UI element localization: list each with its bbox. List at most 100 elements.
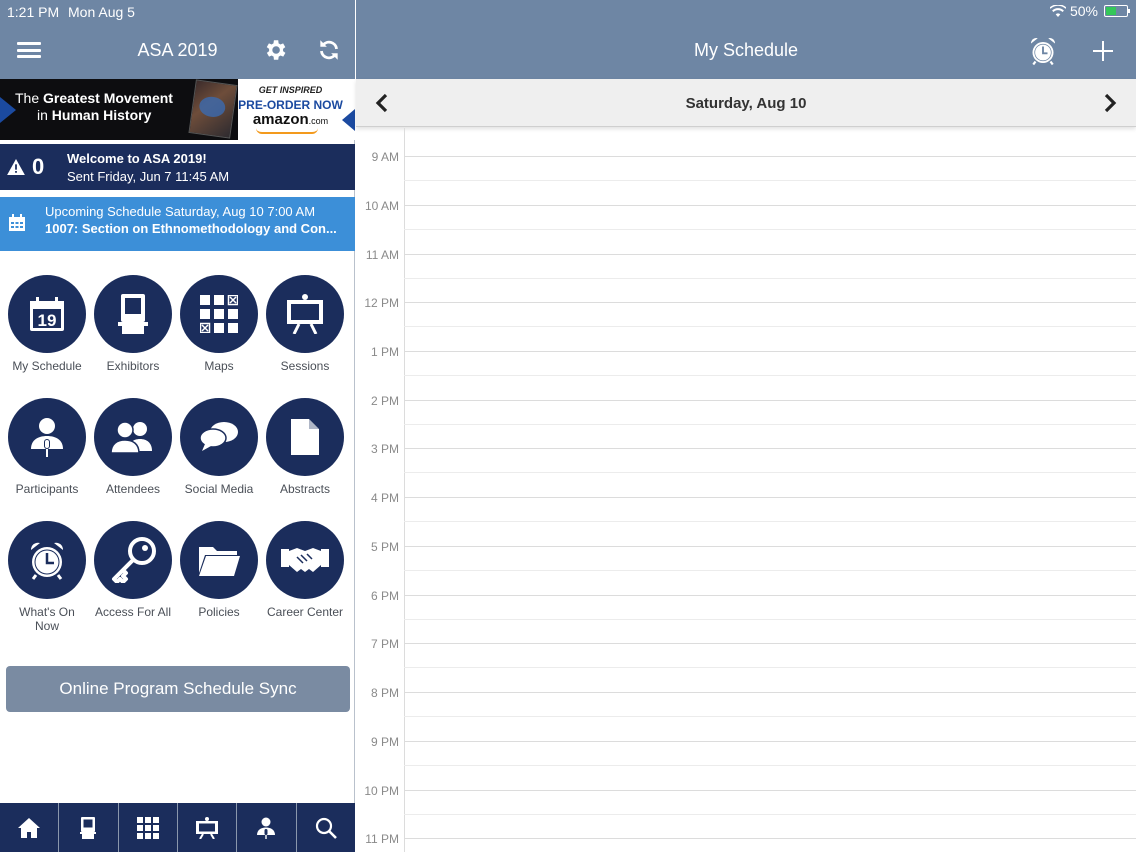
hour-row: 11 PM — [356, 832, 1136, 852]
tile-label: Policies — [198, 605, 240, 619]
banner-arrow-left — [0, 97, 16, 123]
hour-label: 5 PM — [370, 540, 399, 554]
alert-title: Welcome to ASA 2019! — [67, 151, 207, 166]
current-date: Saturday, Aug 10 — [685, 95, 807, 112]
tile-sessions[interactable]: Sessions — [262, 275, 348, 373]
battery-icon — [1104, 5, 1130, 17]
tile-my-schedule[interactable]: 19 My Schedule — [4, 275, 90, 373]
tab-maps[interactable] — [119, 803, 178, 852]
tile-participants[interactable]: Participants — [4, 398, 90, 496]
tile-label: Participants — [15, 482, 79, 496]
book-cover-image — [188, 79, 238, 139]
hour-label: 9 PM — [370, 735, 399, 749]
hour-label: 6 PM — [370, 589, 399, 603]
hour-label: 4 PM — [370, 491, 399, 505]
map-grid-icon — [136, 816, 159, 839]
tab-home[interactable] — [0, 803, 60, 852]
map-grid-icon — [180, 275, 258, 353]
hour-label: 11 PM — [365, 832, 399, 846]
tab-exhibitors[interactable] — [59, 803, 119, 852]
refresh-icon[interactable] — [316, 37, 342, 63]
ad-banner[interactable]: The Greatest Movement in Human History G… — [0, 79, 355, 140]
tab-sessions[interactable] — [178, 803, 238, 852]
right-panel: 50% My Schedule Saturday, Aug 10 9 AM 10… — [356, 0, 1136, 852]
amazon-logo: amazon.com — [252, 111, 329, 128]
wifi-icon — [1049, 5, 1066, 17]
hour-row: 3 PM — [356, 442, 1136, 497]
tile-access-for-all[interactable]: Access For All — [90, 521, 176, 619]
hour-row: 10 AM — [356, 199, 1136, 254]
tile-label: Social Media — [184, 482, 254, 496]
hour-label: 12 PM — [364, 296, 399, 310]
hour-row: 9 PM — [356, 735, 1136, 790]
alert-bar[interactable]: 0 Welcome to ASA 2019! Sent Friday, Jun … — [0, 144, 355, 190]
hour-label: 11 AM — [365, 248, 399, 262]
speaker-icon — [257, 817, 276, 839]
hour-row: 6 PM — [356, 589, 1136, 644]
add-icon[interactable] — [1092, 40, 1114, 62]
tab-search[interactable] — [297, 803, 355, 852]
tile-label: Attendees — [105, 482, 161, 496]
status-indicators: 50% — [1049, 3, 1130, 19]
tile-label: My Schedule — [12, 359, 82, 373]
hour-row: 10 PM — [356, 784, 1136, 839]
hour-label: 9 AM — [371, 150, 399, 164]
document-icon — [266, 398, 344, 476]
hour-label: 7 PM — [370, 637, 399, 651]
tile-label: What's On Now — [19, 605, 75, 633]
gear-icon[interactable] — [262, 37, 288, 63]
online-program-sync-button[interactable]: Online Program Schedule Sync — [6, 666, 350, 712]
upcoming-schedule-bar[interactable]: Upcoming Schedule Saturday, Aug 10 7:00 … — [0, 197, 355, 251]
hour-row: 11 AM — [356, 248, 1136, 303]
battery-percent: 50% — [1069, 3, 1098, 19]
home-icon — [18, 817, 41, 838]
tile-policies[interactable]: Policies — [176, 521, 262, 619]
get-inspired-text: GET INSPIRED — [258, 85, 323, 95]
alert-subtitle: Sent Friday, Jun 7 11:45 AM — [67, 169, 230, 184]
app-title: ASA 2019 — [137, 40, 218, 60]
app-root: 1:21 PM Mon Aug 5 ASA 2019 The Greatest … — [0, 0, 1136, 852]
hour-row: 7 PM — [356, 637, 1136, 692]
preorder-text: PRE-ORDER NOW — [238, 98, 343, 112]
hour-label: 8 PM — [370, 686, 399, 700]
tile-career-center[interactable]: Career Center — [262, 521, 348, 619]
chevron-right-icon[interactable] — [1100, 93, 1120, 113]
people-icon — [94, 398, 172, 476]
ad-text-line1: The Greatest Movement — [15, 90, 173, 106]
tile-label: Maps — [204, 359, 234, 373]
alarm-clock-icon[interactable] — [1028, 36, 1058, 66]
left-header: 1:21 PM Mon Aug 5 ASA 2019 — [0, 0, 355, 79]
tile-label: Abstracts — [279, 482, 330, 496]
tile-label: Career Center — [266, 605, 344, 619]
ad-text-line2: in Human History — [37, 107, 152, 123]
hour-row: 9 AM — [356, 150, 1136, 205]
hour-label: 3 PM — [370, 442, 399, 456]
calendar-icon: 19 — [8, 275, 86, 353]
amazon-smile-icon — [256, 128, 318, 134]
hour-label: 2 PM — [370, 394, 399, 408]
schedule-title: My Schedule — [693, 40, 799, 60]
tile-abstracts[interactable]: Abstracts — [262, 398, 348, 496]
hour-label: 10 PM — [364, 784, 399, 798]
warning-icon — [7, 159, 25, 175]
booth-icon — [80, 816, 97, 839]
tile-attendees[interactable]: Attendees — [90, 398, 176, 496]
easel-icon — [266, 275, 344, 353]
tile-label: Access For All — [94, 605, 172, 619]
tile-exhibitors[interactable]: Exhibitors — [90, 275, 176, 373]
tile-maps[interactable]: Maps — [176, 275, 262, 373]
speaker-icon — [8, 398, 86, 476]
tab-participants[interactable] — [237, 803, 297, 852]
hour-row: 8 PM — [356, 686, 1136, 741]
upcoming-line1: Upcoming Schedule Saturday, Aug 10 7:00 … — [45, 204, 316, 219]
tile-social-media[interactable]: Social Media — [176, 398, 262, 496]
tile-whats-on-now[interactable]: What's On Now — [4, 521, 90, 633]
hour-row: 4 PM — [356, 491, 1136, 546]
hour-row: 12 PM — [356, 296, 1136, 351]
status-date: Mon Aug 5 — [68, 4, 135, 20]
banner-arrow-right — [342, 109, 355, 131]
schedule-timeline[interactable]: 9 AM 10 AM 11 AM 12 PM 1 PM 2 PM 3 PM 4 … — [356, 128, 1136, 852]
easel-icon — [196, 816, 219, 839]
hour-row: 2 PM — [356, 394, 1136, 449]
alarm-clock-icon — [8, 521, 86, 599]
